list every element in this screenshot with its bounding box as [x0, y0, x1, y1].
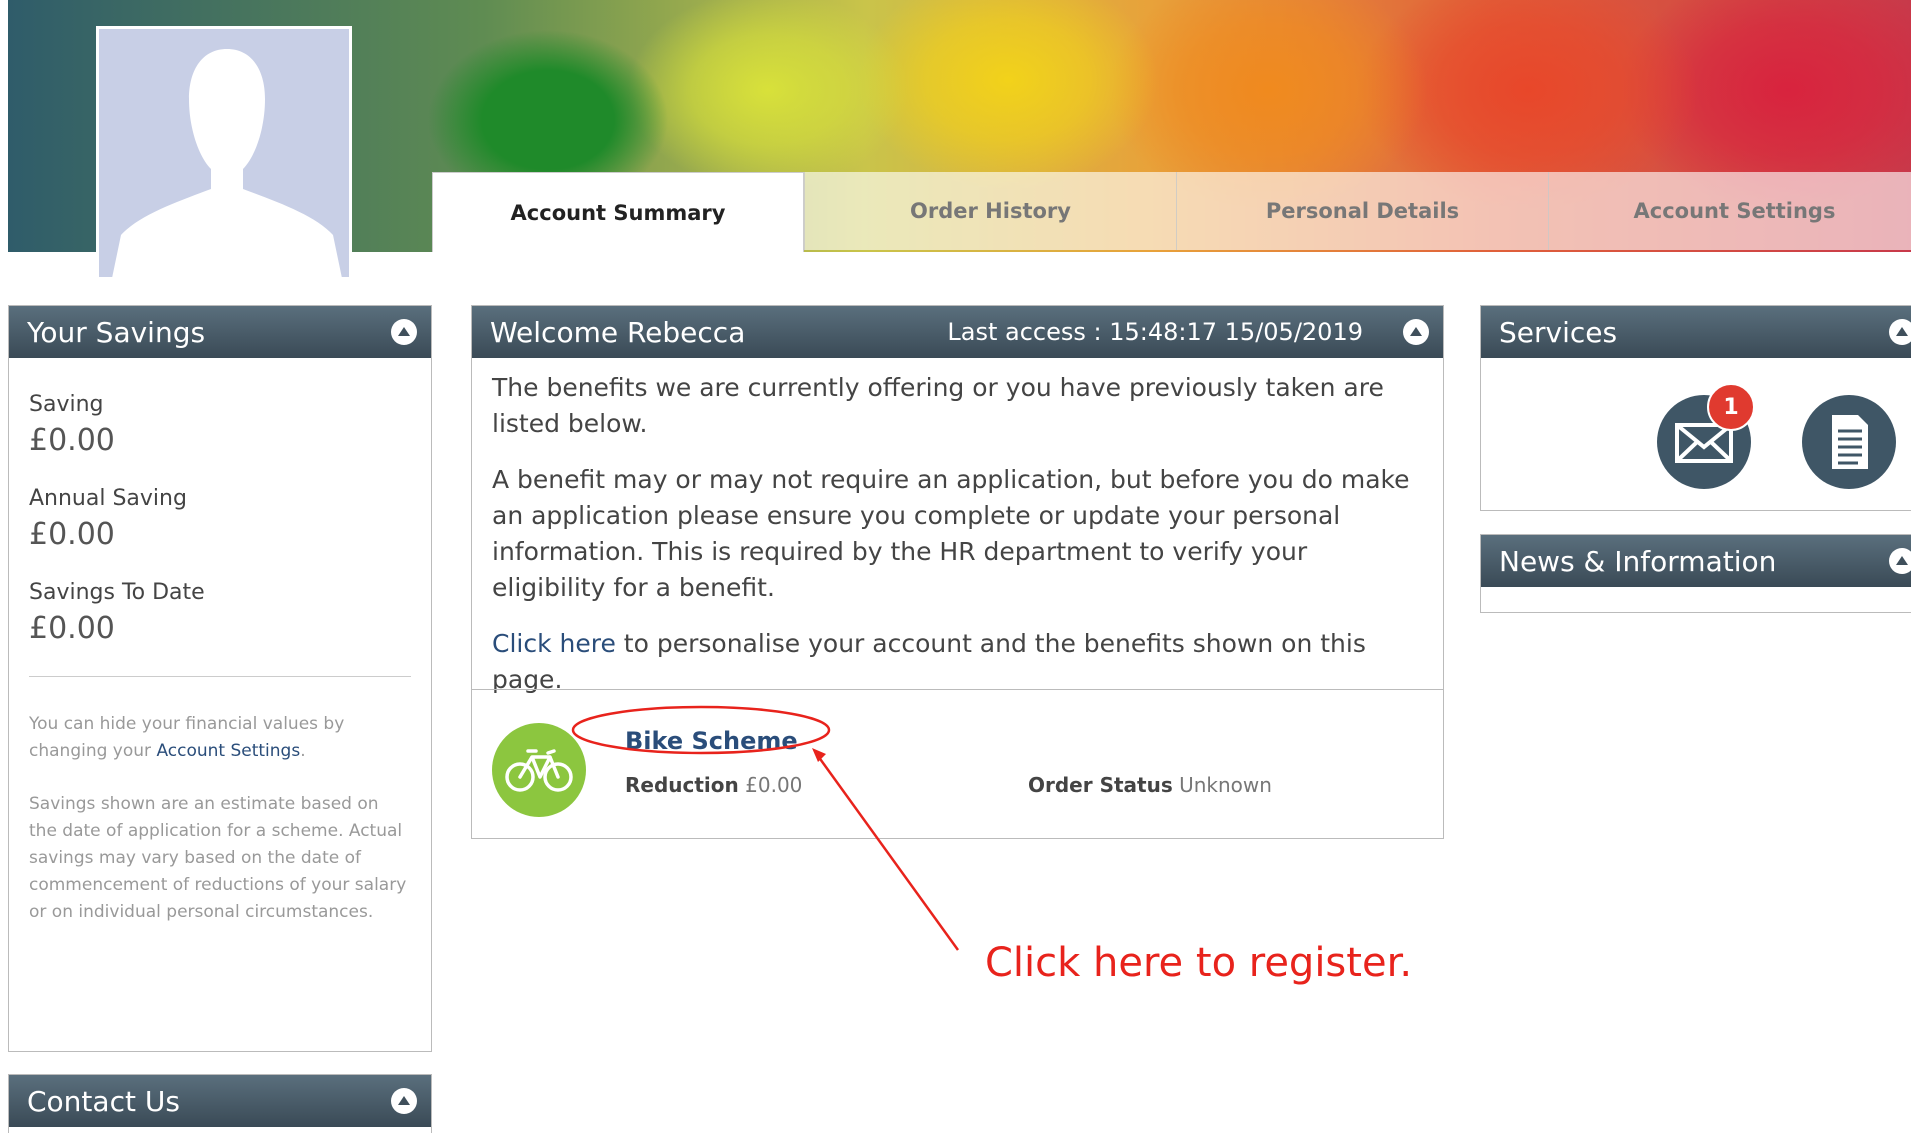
- highlight-ellipse: [571, 705, 831, 755]
- annotation-text: Click here to register.: [985, 940, 1413, 986]
- annotation-overlay: [571, 705, 960, 951]
- annotation-arrow: [816, 755, 960, 951]
- arrow-head: [812, 748, 826, 762]
